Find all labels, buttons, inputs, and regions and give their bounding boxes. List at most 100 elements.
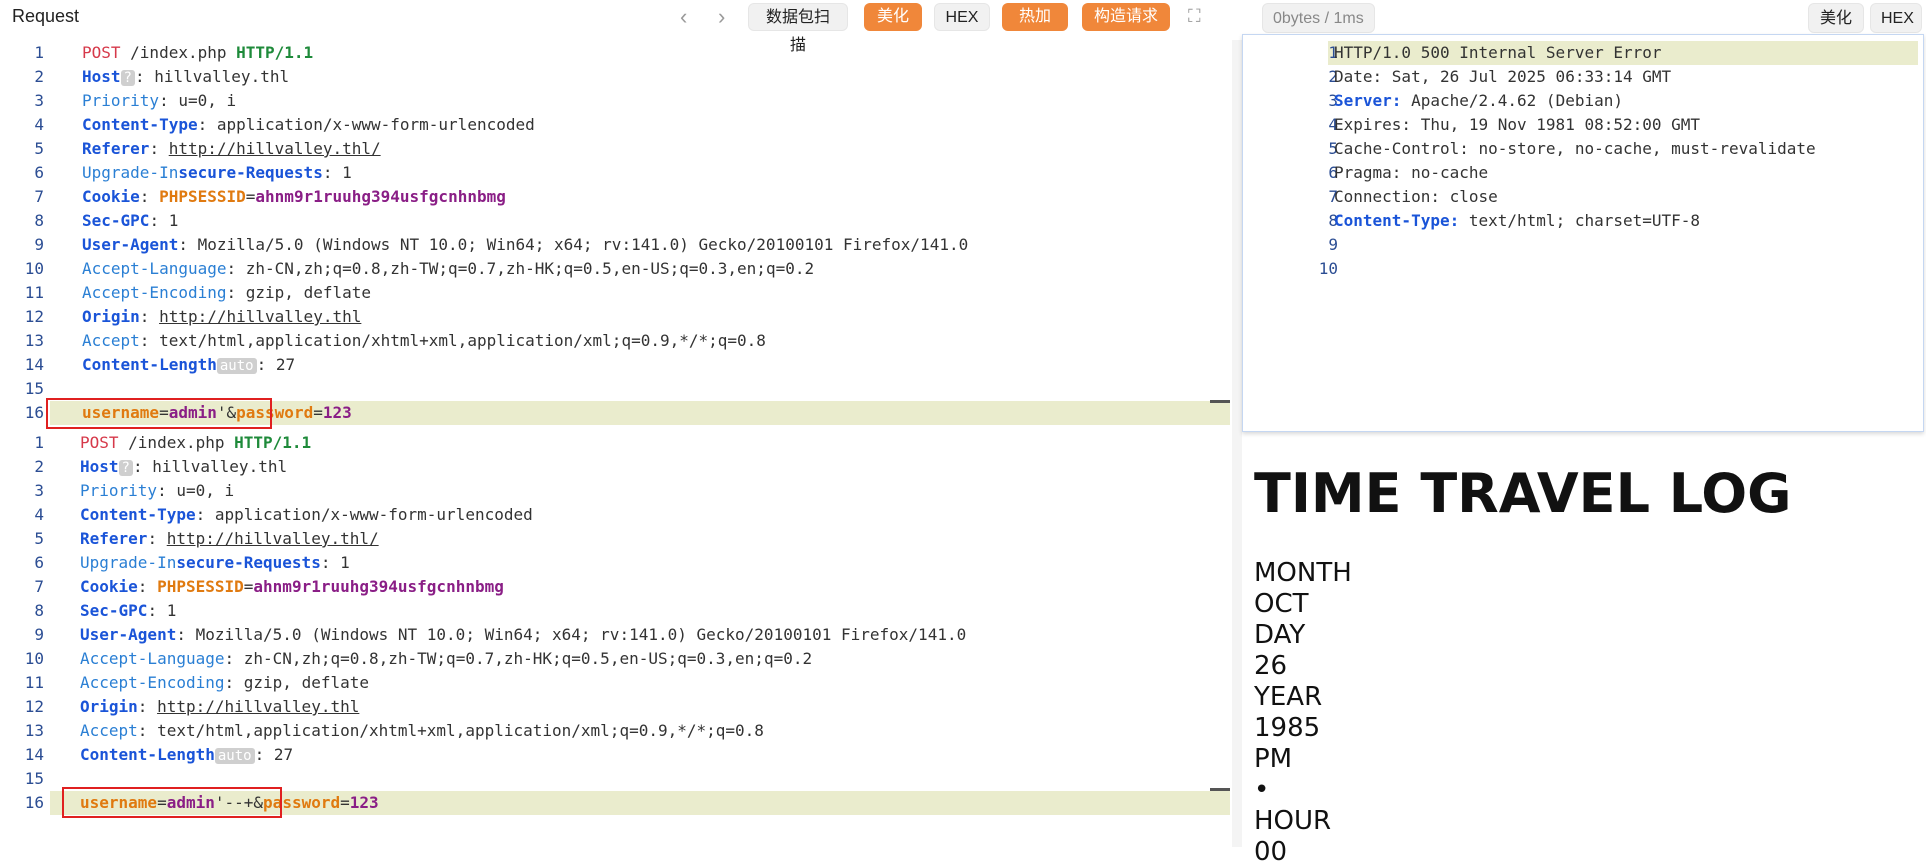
log-line: HOUR (1254, 806, 1332, 836)
line-number: 5 (34, 139, 44, 158)
code-token: auto (216, 358, 257, 374)
code-token: = (313, 403, 323, 422)
line-number: 4 (34, 505, 44, 524)
code-token: : 1 (149, 211, 179, 230)
code-token: : u=0, i (159, 91, 237, 110)
code-line[interactable]: Date: Sat, 26 Jul 2025 06:33:14 GMT (1334, 65, 1671, 89)
hot-load-button[interactable]: 热加载 (1002, 3, 1068, 53)
code-token: text/html; charset=UTF-8 (1459, 211, 1701, 230)
response-editor[interactable]: 1 HTTP/1.0 500 Internal Server Error 2 Date… (1242, 41, 1922, 301)
code-token: ? (120, 70, 135, 86)
code-line[interactable]: POST /index.php HTTP/1.1 (80, 431, 311, 455)
line-number: 7 (1328, 187, 1338, 206)
code-token: PHPSESSID (159, 187, 246, 206)
code-line[interactable]: Cookie: PHPSESSID=ahnm9r1ruuhg394usfgcnh… (82, 185, 506, 209)
request-editor-1[interactable]: 1 POST /index.php HTTP/1.1 2 Host?: hillval… (0, 41, 1230, 431)
packet-scan-button[interactable]: 数据包扫描 (748, 3, 848, 54)
code-token: Origin (80, 697, 138, 716)
request-editor-2[interactable]: 1 POST /index.php HTTP/1.1 2 Host?: hillval… (0, 431, 1230, 847)
code-line[interactable]: Upgrade-Insecure-Requests: 1 (80, 551, 350, 575)
code-line[interactable]: Cache-Control: no-store, no-cache, must-… (1334, 137, 1816, 161)
beautify-button[interactable]: 美化 (864, 3, 922, 31)
code-line[interactable]: Content-Type: text/html; charset=UTF-8 (1334, 209, 1700, 233)
line-number: 4 (1328, 115, 1338, 134)
code-line[interactable]: Content-Length auto: 27 (80, 743, 293, 768)
code-line[interactable]: Server: Apache/2.4.62 (Debian) (1334, 89, 1623, 113)
expand-icon[interactable]: ⛶ (1188, 6, 1201, 27)
log-line: YEAR (1254, 682, 1323, 712)
code-line[interactable]: Priority: u=0, i (82, 89, 236, 113)
code-token: Accept-Language (80, 649, 225, 668)
code-line[interactable]: Accept: text/html,application/xhtml+xml,… (82, 329, 766, 353)
code-token: : application/x-www-form-urlencoded (195, 505, 533, 524)
code-line[interactable]: HTTP/1.0 500 Internal Server Error (1334, 41, 1662, 65)
code-line[interactable]: Accept-Encoding: gzip, deflate (80, 671, 369, 695)
code-token: : hillvalley.thl (134, 67, 290, 86)
pane-divider[interactable] (1232, 40, 1242, 847)
code-line[interactable]: Sec-GPC: 1 (80, 599, 176, 623)
code-token: : 1 (320, 553, 350, 572)
code-line[interactable]: Origin: http://hillvalley.thl (82, 305, 361, 329)
code-token: : gzip, deflate (224, 673, 370, 692)
build-request-button[interactable]: 构造请求 (1082, 3, 1170, 31)
code-line[interactable]: Host?: hillvalley.thl (80, 455, 287, 480)
line-number: 8 (1328, 211, 1338, 230)
code-token: : text/html,application/xhtml+xml,applic… (139, 331, 766, 350)
code-line[interactable]: Host?: hillvalley.thl (82, 65, 289, 90)
log-line: PM (1254, 744, 1293, 774)
response-size-time: 0bytes / 1ms (1262, 3, 1375, 33)
code-line[interactable]: Content-Type: application/x-www-form-url… (82, 113, 535, 137)
code-token: Content-Length (80, 745, 215, 764)
code-line[interactable]: Referer: http://hillvalley.thl/ (80, 527, 379, 551)
code-token: Expires: Thu, 19 Nov 1981 08:52:00 GMT (1334, 115, 1701, 134)
code-token: Connection: close (1334, 187, 1498, 206)
code-line[interactable]: Accept-Language: zh-CN,zh;q=0.8,zh-TW;q=… (80, 647, 812, 671)
line-number: 2 (34, 67, 44, 86)
line-number: 11 (24, 673, 44, 692)
hex-button[interactable]: HEX (934, 3, 990, 31)
code-line[interactable]: POST /index.php HTTP/1.1 (82, 41, 313, 65)
line-number: 6 (34, 163, 44, 182)
code-line[interactable]: Content-Type: application/x-www-form-url… (80, 503, 533, 527)
line-number: 15 (24, 769, 44, 788)
code-line[interactable]: Referer: http://hillvalley.thl/ (82, 137, 381, 161)
code-line[interactable]: Origin: http://hillvalley.thl (80, 695, 359, 719)
code-line[interactable]: Upgrade-Insecure-Requests: 1 (82, 161, 352, 185)
line-number: 16 (24, 793, 44, 812)
code-line[interactable]: Connection: close (1334, 185, 1498, 209)
code-token: Sec-GPC (82, 211, 150, 230)
line-number: 2 (34, 457, 44, 476)
code-token: : hillvalley.thl (132, 457, 288, 476)
code-line[interactable]: User-Agent: Mozilla/5.0 (Windows NT 10.0… (82, 233, 968, 257)
code-line[interactable]: User-Agent: Mozilla/5.0 (Windows NT 10.0… (80, 623, 966, 647)
code-token: Pragma: no-cache (1334, 163, 1489, 182)
response-hex-button[interactable]: HEX (1870, 3, 1922, 33)
log-line: 26 (1254, 651, 1288, 681)
line-number: 13 (24, 721, 44, 740)
code-line[interactable]: Accept-Encoding: gzip, deflate (82, 281, 371, 305)
line-number: 5 (1328, 139, 1338, 158)
code-line[interactable]: Pragma: no-cache (1334, 161, 1488, 185)
code-token: : Mozilla/5.0 (Windows NT 10.0; Win64; x… (178, 235, 969, 254)
code-token: http://hillvalley.thl/ (166, 529, 379, 548)
code-token: Accept-Encoding (82, 283, 227, 302)
response-beautify-button[interactable]: 美化 (1808, 3, 1864, 33)
code-line[interactable]: Content-Length auto: 27 (82, 353, 295, 378)
code-line[interactable]: Expires: Thu, 19 Nov 1981 08:52:00 GMT (1334, 113, 1700, 137)
back-arrow-icon[interactable]: ‹ (680, 4, 687, 30)
line-number: 11 (24, 283, 44, 302)
code-token: ? (118, 460, 133, 476)
line-number: 12 (24, 307, 44, 326)
code-line[interactable]: Priority: u=0, i (80, 479, 234, 503)
code-line[interactable]: Cookie: PHPSESSID=ahnm9r1ruuhg394usfgcnh… (80, 575, 504, 599)
code-token: Content-Type (82, 115, 198, 134)
code-token: POST (82, 43, 121, 62)
code-line[interactable]: Accept-Language: zh-CN,zh;q=0.8,zh-TW;q=… (82, 257, 814, 281)
code-line[interactable]: Accept: text/html,application/xhtml+xml,… (80, 719, 764, 743)
code-token: : zh-CN,zh;q=0.8,zh-TW;q=0.7,zh-HK;q=0.5… (226, 259, 815, 278)
code-token: : 27 (256, 355, 296, 374)
line-number: 10 (1318, 259, 1338, 278)
forward-arrow-icon[interactable]: › (718, 4, 725, 30)
log-line: DAY (1254, 620, 1306, 650)
code-line[interactable]: Sec-GPC: 1 (82, 209, 178, 233)
